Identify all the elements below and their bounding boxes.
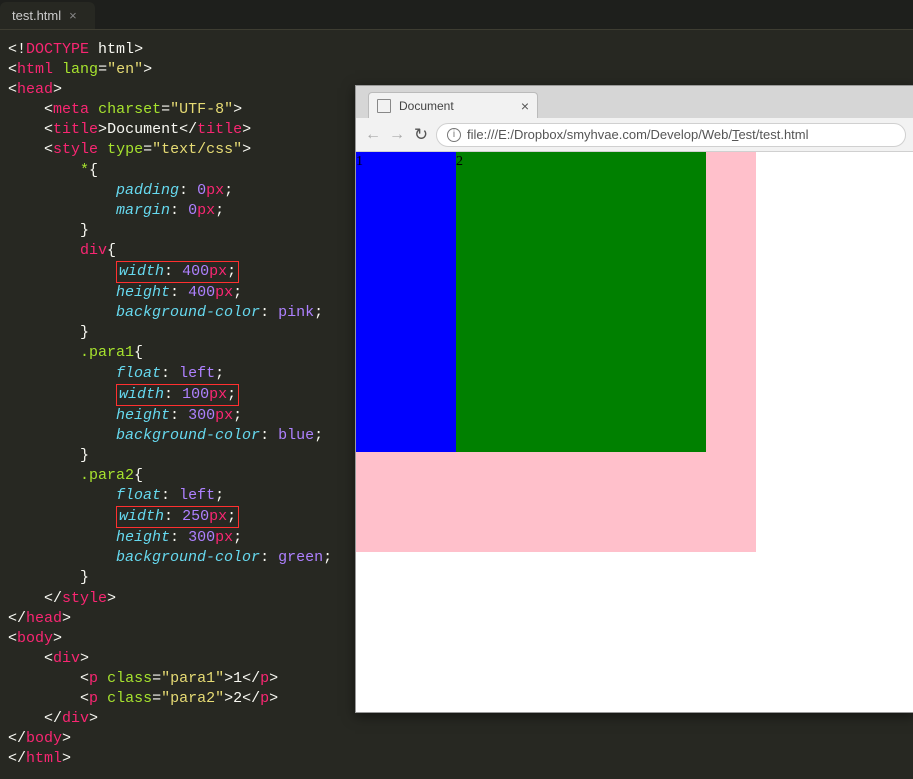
browser-toolbar: ← → ↻ i file:///E:/Dropbox/smyhvae.com/D… xyxy=(356,118,913,152)
editor-tab[interactable]: test.html × xyxy=(0,2,95,29)
para1-label: 1 xyxy=(356,154,363,169)
para2-label: 2 xyxy=(456,154,463,169)
file-icon xyxy=(377,99,391,113)
close-icon[interactable]: × xyxy=(69,8,77,23)
browser-tabstrip: Document × xyxy=(356,86,913,118)
browser-tab[interactable]: Document × xyxy=(368,92,538,118)
reload-icon[interactable]: ↻ xyxy=(412,125,430,145)
back-icon[interactable]: ← xyxy=(364,126,382,144)
highlight-width-100: width: 100px; xyxy=(116,384,239,406)
close-icon[interactable]: × xyxy=(521,98,529,114)
forward-icon[interactable]: → xyxy=(388,126,406,144)
para1-box: 1 xyxy=(356,152,456,452)
highlight-width-400: width: 400px; xyxy=(116,261,239,283)
address-bar[interactable]: i file:///E:/Dropbox/smyhvae.com/Develop… xyxy=(436,123,906,147)
browser-window: Document × ← → ↻ i file:///E:/Dropbox/sm… xyxy=(355,85,913,713)
info-icon[interactable]: i xyxy=(447,128,461,142)
browser-tab-title: Document xyxy=(399,99,454,113)
tab-filename: test.html xyxy=(12,8,61,23)
editor-tab-bar: test.html × xyxy=(0,0,913,30)
url-text: file:///E:/Dropbox/smyhvae.com/Develop/W… xyxy=(467,127,809,142)
browser-content: 1 2 xyxy=(356,152,913,552)
para2-box: 2 xyxy=(456,152,706,452)
highlight-width-250: width: 250px; xyxy=(116,506,239,528)
